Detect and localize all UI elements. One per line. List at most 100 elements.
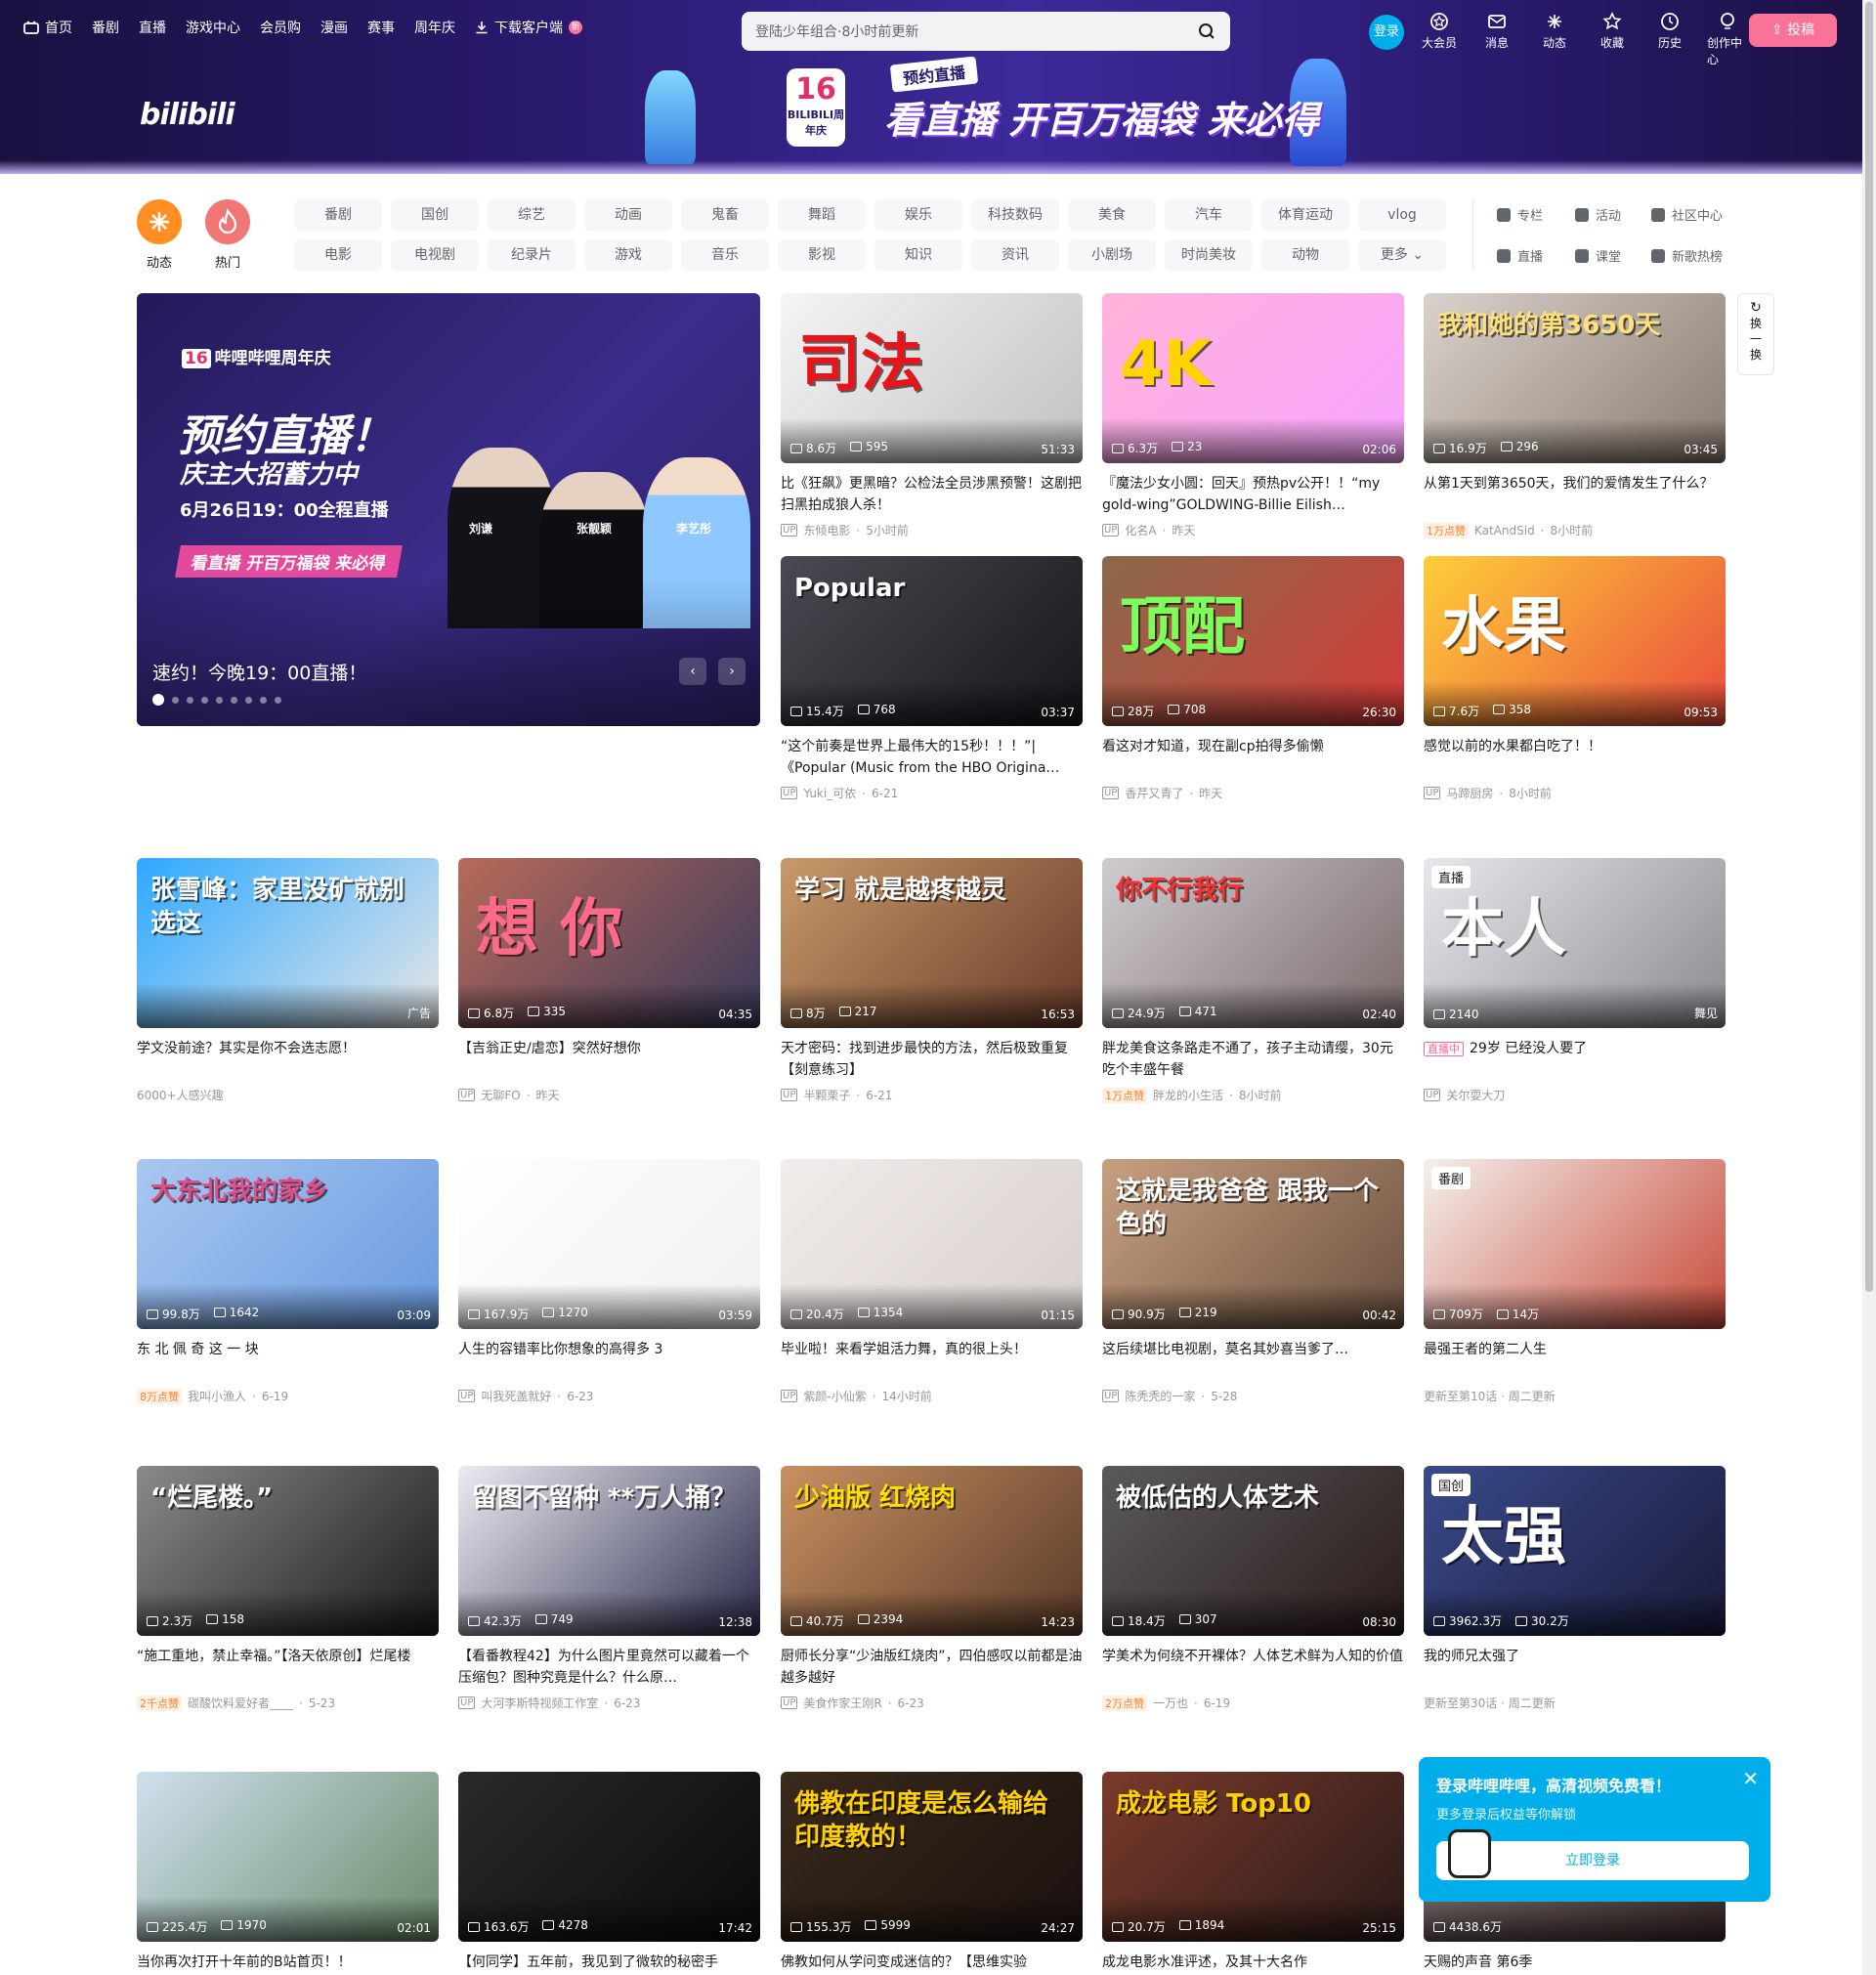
video-thumbnail[interactable]: 本人 直播 2140 舞见 <box>1424 858 1726 1028</box>
video-author[interactable]: KatAndSid <box>1474 524 1535 537</box>
video-card[interactable]: 顶配 28万 708 26:30 看这对才知道，现在副cp拍得多偷懒 UP 香芹又青了 · 昨天 <box>1102 556 1404 801</box>
hero-dot[interactable] <box>275 696 281 704</box>
bilibili-logo[interactable]: bilibili <box>140 98 235 132</box>
video-card[interactable]: 本人 直播 2140 舞见 直播中 29岁 已经没人要了 UP 关尔耍大刀 <box>1424 858 1726 1103</box>
hero-dot[interactable] <box>216 696 223 704</box>
video-title[interactable]: 【吉翁正史/虐恋】突然好想你 <box>458 1038 760 1081</box>
video-title[interactable]: 天赐的声音 第6季 <box>1424 1952 1726 1975</box>
video-title[interactable]: 我的师兄太强了 <box>1424 1646 1726 1689</box>
video-author[interactable]: 化名A <box>1125 522 1156 538</box>
video-card[interactable]: Popular 15.4万 768 03:37 “这个前奏是世界上最伟大的15秒！！！”… <box>781 556 1083 801</box>
video-title[interactable]: 这后续堪比电视剧，莫名其妙喜当爹了… <box>1102 1339 1404 1382</box>
channel-chip[interactable]: 鬼畜 <box>681 199 769 231</box>
video-thumbnail[interactable]: 顶配 28万 708 26:30 <box>1102 556 1404 726</box>
page-scrollbar[interactable] <box>1862 0 1876 1975</box>
video-title[interactable]: 佛教如何从学问变成迷信的？【思维实验 <box>781 1952 1083 1975</box>
video-card[interactable]: “烂尾楼。” 2.3万 158 “施工重地，禁止幸福。”【洛天依原创】烂尾楼 2千点赞碳… <box>137 1466 439 1711</box>
video-thumbnail[interactable]: 学习 就是越疼越灵 8万 217 16:53 <box>781 858 1083 1028</box>
video-author[interactable]: 无聊FO <box>481 1087 520 1103</box>
nav-download-client[interactable]: 下载客户端新 <box>475 18 582 37</box>
channel-chip[interactable]: 动物 <box>1261 239 1349 271</box>
nav-history[interactable]: 历史 <box>1649 12 1690 67</box>
video-thumbnail[interactable]: 20.4万 1354 01:15 <box>781 1159 1083 1329</box>
channel-chip[interactable]: 游戏 <box>584 239 672 271</box>
video-title[interactable]: 直播中 29岁 已经没人要了 <box>1424 1038 1726 1081</box>
hero-dot[interactable] <box>152 694 164 706</box>
nav-game-center[interactable]: 游戏中心 <box>186 18 240 37</box>
video-author[interactable]: 碳酸饮料爱好者____ <box>188 1695 293 1711</box>
video-thumbnail[interactable]: 225.4万 1970 02:01 <box>137 1772 439 1942</box>
video-card[interactable]: 水果 7.6万 358 09:53 感觉以前的水果都白吃了！！ UP 马蹄厨房 · 8小时前 <box>1424 556 1726 801</box>
login-avatar-button[interactable]: 登录 <box>1369 15 1404 50</box>
video-title[interactable]: 东 北 佩 奇 这 一 块 <box>137 1339 439 1382</box>
channel-chip[interactable]: 动画 <box>584 199 672 231</box>
video-thumbnail[interactable]: 我和她的第3650天 16.9万 296 03:45 <box>1424 293 1726 463</box>
video-title[interactable]: 人生的容错率比你想象的高得多 3 <box>458 1339 760 1382</box>
channel-chip[interactable]: 番剧 <box>294 199 382 231</box>
video-card[interactable]: 大东北我的家乡 99.8万 1642 03:09 东 北 佩 奇 这 一 块 8万点赞 我叫… <box>137 1159 439 1404</box>
video-thumbnail[interactable]: “烂尾楼。” 2.3万 158 <box>137 1466 439 1636</box>
hero-dot[interactable] <box>231 696 237 704</box>
video-author[interactable]: 关尔耍大刀 <box>1446 1087 1505 1103</box>
nav-mall[interactable]: 会员购 <box>260 18 301 37</box>
video-author[interactable]: 马蹄厨房 <box>1446 785 1493 801</box>
video-title[interactable]: 『魔法少女小圆：回天』预热pv公开！！“my gold-wing”GOLDWIN… <box>1102 473 1404 516</box>
video-title[interactable]: 【何同学】五年前，我见到了微软的秘密手 <box>458 1952 760 1975</box>
video-title[interactable]: 胖龙美食这条路走不通了，孩子主动请缨，30元吃个丰盛午餐 <box>1102 1038 1404 1081</box>
channel-chip[interactable]: 国创 <box>391 199 479 231</box>
video-title[interactable]: 成龙电影水准评述，及其十大名作 <box>1102 1952 1404 1975</box>
search-icon[interactable] <box>1197 21 1216 41</box>
video-title[interactable]: “这个前奏是世界上最伟大的15秒！！！”|《Popular (Music fro… <box>781 736 1083 779</box>
video-card[interactable]: 成龙电影 Top10 20.7万 1894 25:15 成龙电影水准评述，及其十大名作 <box>1102 1772 1404 1975</box>
video-card[interactable]: 167.9万 1270 03:59 人生的容错率比你想象的高得多 3 UP 叫我死盖就好 ·… <box>458 1159 760 1404</box>
scrollbar-thumb[interactable] <box>1865 2 1873 1292</box>
video-card[interactable]: 番剧 709万 14万 最强王者的第二人生 更新至第10话 · 周二更新 <box>1424 1159 1726 1404</box>
nav-esports[interactable]: 赛事 <box>367 18 395 37</box>
video-author[interactable]: 叫我死盖就好 <box>481 1388 551 1404</box>
video-title[interactable]: 从第1天到第3650天，我们的爱情发生了什么？ <box>1424 473 1726 516</box>
video-thumbnail[interactable]: 想 你 6.8万 335 04:35 <box>458 858 760 1028</box>
video-card[interactable]: 被低估的人体艺术 18.4万 307 08:30 学美术为何绕不开裸体？人体艺术鲜为人知… <box>1102 1466 1404 1711</box>
nav-creator-center[interactable]: 创作中心 <box>1707 12 1748 67</box>
video-thumbnail[interactable]: 这就是我爸爸 跟我一个色的 90.9万 219 00:42 <box>1102 1159 1404 1329</box>
hero-dot[interactable] <box>187 696 193 704</box>
nav-messages[interactable]: 消息 <box>1476 12 1517 67</box>
video-card[interactable]: 司法 8.6万 595 51:33 比《狂飙》更黑暗？公检法全员涉黑预警！这剧把扫黑拍成… <box>781 293 1083 538</box>
video-author[interactable]: 大河李斯特视频工作室 <box>481 1695 598 1711</box>
hot-button[interactable] <box>205 199 250 244</box>
video-thumbnail[interactable]: 张雪峰：家里没矿就别选这 广告 <box>137 858 439 1028</box>
video-title[interactable]: 天才密码：找到进步最快的方法，然后极致重复【刻意练习】 <box>781 1038 1083 1081</box>
nav-favorites[interactable]: 收藏 <box>1592 12 1633 67</box>
search-input[interactable]: 登陆少年组合·8小时前更新 <box>742 12 1230 51</box>
video-thumbnail[interactable]: 163.6万 4278 17:42 <box>458 1772 760 1942</box>
hero-prev-button[interactable]: ‹ <box>679 658 706 685</box>
video-card[interactable]: 4K 6.3万 23 02:06 『魔法少女小圆：回天』预热pv公开！！“my gold… <box>1102 293 1404 538</box>
video-title[interactable]: 当你再次打开十年前的B站首页！！ <box>137 1952 439 1975</box>
side-link-live[interactable]: 直播 <box>1497 246 1543 265</box>
hero-dot[interactable] <box>172 696 179 704</box>
video-thumbnail[interactable]: 大东北我的家乡 99.8万 1642 03:09 <box>137 1159 439 1329</box>
video-author[interactable]: Yuki_可依 <box>803 785 856 801</box>
side-link-community[interactable]: 社区中心 <box>1651 205 1723 224</box>
video-card[interactable]: 225.4万 1970 02:01 当你再次打开十年前的B站首页！！ <box>137 1772 439 1975</box>
side-link-hot-songs[interactable]: 新歌热榜 <box>1651 246 1723 265</box>
channel-chip[interactable]: 知识 <box>874 239 962 271</box>
side-link-class[interactable]: 课堂 <box>1575 246 1621 265</box>
video-title[interactable]: 毕业啦！来看学姐活力舞，真的很上头！ <box>781 1339 1083 1382</box>
video-title[interactable]: 感觉以前的水果都白吃了！！ <box>1424 736 1726 779</box>
channel-chip[interactable]: 资讯 <box>971 239 1059 271</box>
video-author[interactable]: 陈秃秃的一家 <box>1125 1388 1195 1404</box>
video-author[interactable]: 美食作家王刚R <box>803 1695 881 1711</box>
video-card[interactable]: 想 你 6.8万 335 04:35 【吉翁正史/虐恋】突然好想你 UP 无聊FO · 昨天 <box>458 858 760 1103</box>
video-thumbnail[interactable]: 被低估的人体艺术 18.4万 307 08:30 <box>1102 1466 1404 1636</box>
video-author[interactable]: 我叫小渔人 <box>188 1388 246 1404</box>
video-thumbnail[interactable]: Popular 15.4万 768 03:37 <box>781 556 1083 726</box>
video-card[interactable]: 你不行我行 24.9万 471 02:40 胖龙美食这条路走不通了，孩子主动请缨，30元… <box>1102 858 1404 1103</box>
video-author[interactable]: 香芹又青了 <box>1125 785 1183 801</box>
video-card[interactable]: 我和她的第3650天 16.9万 296 03:45 从第1天到第3650天，我们的爱情… <box>1424 293 1726 538</box>
channel-chip[interactable]: 汽车 <box>1165 199 1253 231</box>
channel-chip[interactable]: 更多 ⌄ <box>1358 239 1446 271</box>
hero-dot[interactable] <box>245 696 252 704</box>
video-author[interactable]: 胖龙的小生活 <box>1153 1087 1223 1103</box>
channel-chip[interactable]: vlog <box>1358 199 1446 231</box>
